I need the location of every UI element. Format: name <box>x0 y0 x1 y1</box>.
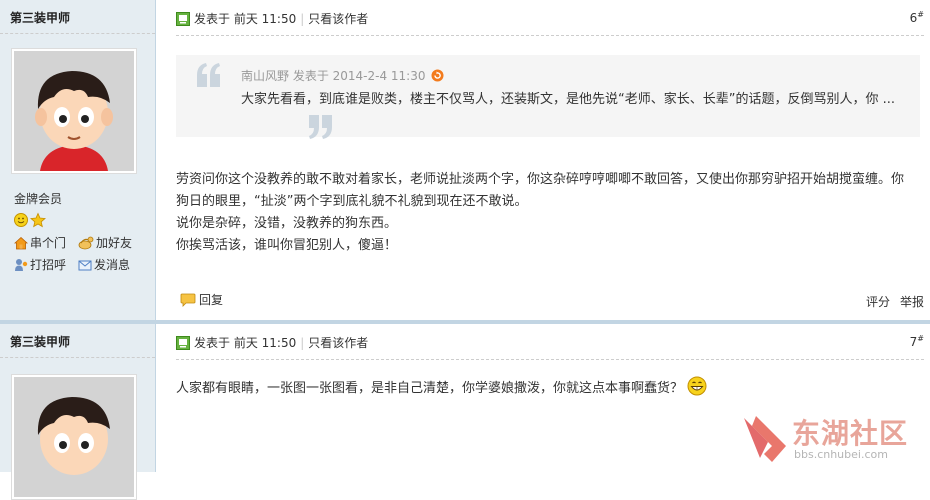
watermark-url: bbs.cnhubei.com <box>794 448 888 461</box>
user-rank <box>14 212 46 231</box>
floor-number[interactable]: 6# <box>910 10 924 25</box>
post-6: 第三装甲师 金牌会员 串个门 加好友打招呼 发消息 发表于 前天 11:50 |… <box>0 0 930 320</box>
avatar-image <box>14 377 134 497</box>
quote-header: 南山风野 发表于 2014-2-4 11:30 <box>241 67 444 85</box>
watermark-title: 东湖社区 <box>792 417 909 450</box>
user-group: 金牌会员 <box>14 192 63 206</box>
sidebar-divider <box>0 357 155 358</box>
message-icon <box>78 260 92 271</box>
post-time: 前天 11:50 <box>233 12 297 26</box>
post-body: 人家都有眼睛，一张图一张图看，是非自己清楚，你学婆娘撒泼，你就这点本事啊蠢货？ <box>176 376 916 400</box>
avatar[interactable] <box>11 48 137 174</box>
reply-button[interactable]: 回复 <box>180 291 223 308</box>
grin-icon <box>687 376 707 396</box>
posted-label: 发表于 <box>194 336 231 350</box>
post-time: 前天 11:50 <box>233 336 297 350</box>
message-link[interactable]: 发消息 <box>78 256 142 278</box>
only-author-link[interactable]: 只看该作者 <box>308 12 368 26</box>
post-meta: 发表于 前天 11:50 | 只看该作者 <box>176 10 368 28</box>
post-sidebar: 第三装甲师 金牌会员 串个门 加好友打招呼 发消息 <box>0 0 156 320</box>
meta-divider <box>176 35 924 36</box>
post-content: 发表于 前天 11:50 | 只看该作者 6# 南山风野 发表于 2014-2-4 … <box>157 0 930 320</box>
greet-icon <box>15 259 28 271</box>
home-icon <box>13 236 29 250</box>
online-icon <box>176 336 190 355</box>
user-actions: 串个门 加好友 打招呼 发消息 <box>13 234 154 278</box>
add-friend-icon <box>78 236 94 250</box>
post-sidebar: 第三装甲师 <box>0 324 156 500</box>
floor-number[interactable]: 7# <box>910 334 924 349</box>
report-button[interactable]: 举报 <box>900 293 924 310</box>
post-body: 劳资问你这个没教养的敢不敢对着家长，老师说扯淡两个字，你这杂碎哼哼唧唧不敢回答，… <box>176 169 916 257</box>
reply-icon <box>180 293 196 307</box>
avatar[interactable] <box>11 374 137 500</box>
sidebar-divider <box>0 33 155 34</box>
rate-button[interactable]: 评分 <box>866 293 890 310</box>
only-author-link[interactable]: 只看该作者 <box>308 336 368 350</box>
online-icon <box>176 12 190 31</box>
post-7: 第三装甲师 发表于 前天 11:50 | 只看该作者 7# 人家都有眼睛，一张图一张… <box>0 324 930 500</box>
post-meta: 发表于 前天 11:50 | 只看该作者 <box>176 334 368 352</box>
posted-label: 发表于 <box>194 12 231 26</box>
body-line: 人家都有眼睛，一张图一张图看，是非自己清楚，你学婆娘撒泼，你就这点本事啊蠢货？ <box>176 381 684 396</box>
smile-icon <box>14 213 28 227</box>
body-line: 劳资问你这个没教养的敢不敢对着家长，老师说扯淡两个字，你这杂碎哼哼唧唧不敢回答，… <box>176 172 905 209</box>
author-name[interactable]: 第三装甲师 <box>10 333 70 350</box>
site-watermark: 东湖社区 bbs.cnhubei.com <box>742 412 922 468</box>
quote-block: 南山风野 发表于 2014-2-4 11:30 大家先看看，到底谁是败类，楼主不… <box>176 55 920 139</box>
quote-close-icon <box>309 115 332 139</box>
body-line: 你挨骂活该，谁叫你冒犯别人，傻逼！ <box>176 238 398 253</box>
quote-text: 大家先看看，到底谁是败类，楼主不仅骂人，还装斯文，是他先说“老师、家长、长辈”的… <box>241 92 895 107</box>
meta-divider <box>176 359 924 360</box>
star-icon <box>30 212 46 228</box>
site-logo-icon <box>744 416 786 462</box>
body-line: 说你是杂碎，没错，没教养的狗东西。 <box>176 216 398 231</box>
avatar-image <box>14 51 134 171</box>
author-name[interactable]: 第三装甲师 <box>10 9 70 26</box>
quote-open-icon <box>197 63 220 87</box>
visit-link[interactable]: 串个门 <box>13 234 78 256</box>
go-icon[interactable] <box>431 69 444 85</box>
add-friend-link[interactable]: 加好友 <box>78 234 142 256</box>
greet-link[interactable]: 打招呼 <box>14 256 78 278</box>
post-footer: 回复 评分 举报 <box>176 288 924 310</box>
